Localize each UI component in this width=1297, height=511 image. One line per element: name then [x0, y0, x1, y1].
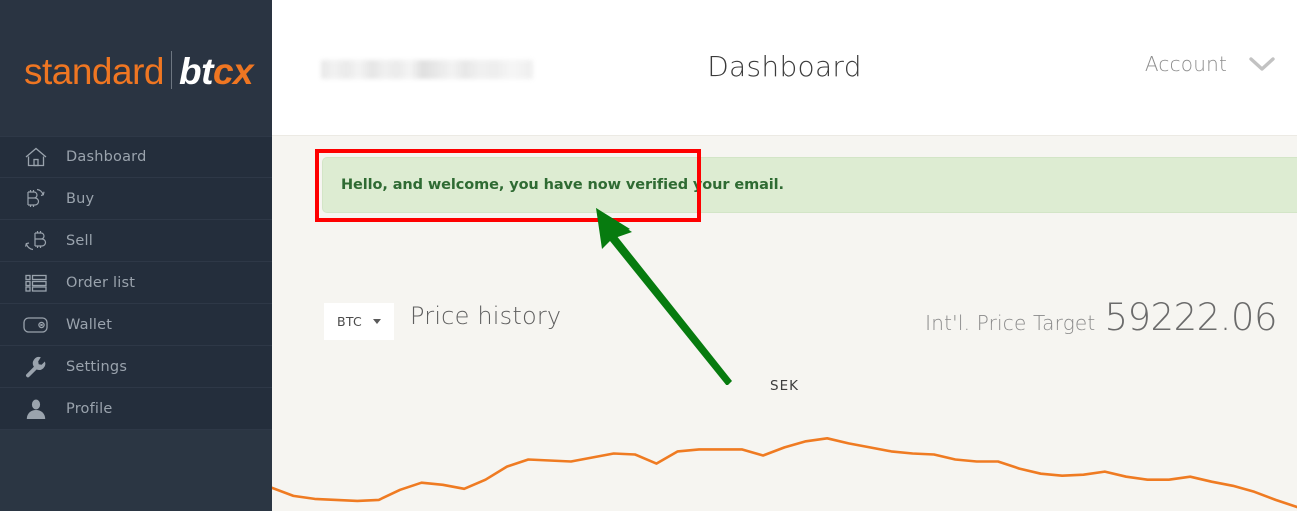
bitcoin-sell-icon [20, 228, 52, 254]
sidebar-item-profile[interactable]: Profile [0, 388, 272, 430]
app-root: standard bt cx Dashboard Buy Sell Order … [0, 0, 1297, 511]
currency-select[interactable]: BTC [324, 303, 394, 340]
brand-part-standard: standard [24, 51, 165, 92]
sidebar-item-label: Order list [66, 274, 136, 291]
sidebar-item-wallet[interactable]: Wallet [0, 304, 272, 346]
brand-divider [171, 51, 172, 89]
sidebar-item-label: Settings [66, 358, 128, 375]
chevron-down-icon[interactable] [1247, 55, 1277, 73]
price-history-chart[interactable] [272, 404, 1297, 511]
home-icon [20, 144, 52, 170]
sidebar-item-label: Wallet [66, 316, 113, 333]
wallet-icon [20, 312, 52, 338]
chart-title: Price history [410, 302, 562, 330]
sidebar-item-sell[interactable]: Sell [0, 220, 272, 262]
sidebar-nav: Dashboard Buy Sell Order list Wallet Set… [0, 136, 272, 430]
currency-select-value: BTC [336, 314, 363, 329]
page-title: Dashboard [707, 50, 862, 83]
brand-logo[interactable]: standard bt cx [0, 0, 272, 136]
sidebar-item-label: Buy [66, 190, 95, 207]
sidebar-empty-space [0, 430, 272, 511]
user-icon [20, 396, 52, 422]
sidebar-item-label: Profile [66, 400, 113, 417]
brand-text: standard bt cx [24, 46, 254, 92]
sidebar-item-dashboard[interactable]: Dashboard [0, 136, 272, 178]
price-target-label: Int'l. Price Target [925, 311, 1096, 335]
chart-series-line [272, 436, 1297, 509]
account-menu[interactable]: Account [1145, 52, 1277, 76]
bitcoin-buy-icon [20, 186, 52, 212]
sidebar-item-settings[interactable]: Settings [0, 346, 272, 388]
sidebar-item-label: Sell [66, 232, 93, 249]
list-icon [20, 270, 52, 296]
page-header: Dashboard Account [272, 0, 1297, 136]
account-menu-label: Account [1144, 52, 1227, 76]
chart-header: BTC Price history Int'l. Price Target 59… [272, 296, 1297, 346]
brand-part-bt: bt [179, 51, 213, 92]
sidebar-item-label: Dashboard [66, 149, 147, 165]
success-alert: Hello, and welcome, you have now verifie… [322, 157, 1297, 213]
chart-axis-unit: SEK [770, 378, 799, 394]
price-target-value: 59222.06 [1104, 296, 1277, 339]
alert-message: Hello, and welcome, you have now verifie… [341, 177, 784, 193]
caret-down-icon [373, 319, 382, 324]
sidebar: standard bt cx Dashboard Buy Sell Order … [0, 0, 272, 511]
sidebar-item-order-list[interactable]: Order list [0, 262, 272, 304]
sidebar-item-buy[interactable]: Buy [0, 178, 272, 220]
brand-part-cx: cx [212, 51, 254, 92]
wrench-icon [20, 354, 52, 380]
price-target: Int'l. Price Target 59222.06 [925, 296, 1277, 339]
main-content: Hello, and welcome, you have now verifie… [272, 136, 1297, 511]
